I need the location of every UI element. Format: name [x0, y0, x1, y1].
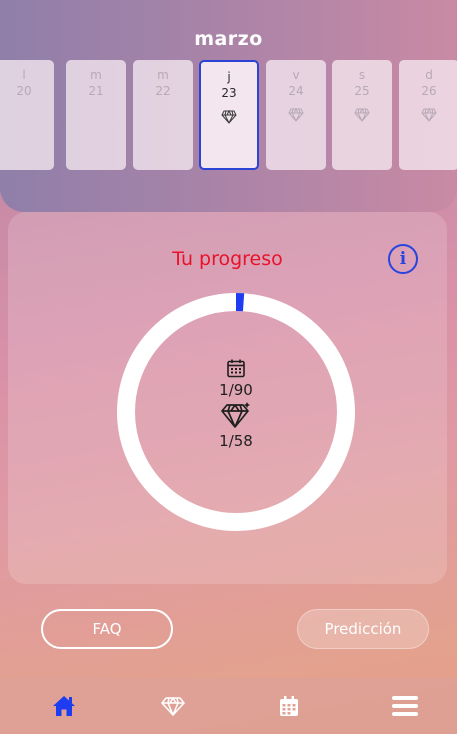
gem-icon	[221, 402, 250, 428]
day-cell-selected[interactable]: j 23	[199, 60, 259, 170]
days-progress-value: 1/90	[219, 381, 253, 399]
gem-icon	[288, 108, 304, 122]
tab-gems[interactable]	[143, 678, 203, 734]
gem-icon	[161, 697, 185, 716]
day-letter: m	[90, 68, 102, 82]
day-letter: m	[157, 68, 169, 82]
info-icon: i	[399, 249, 407, 269]
tab-calendar[interactable]	[259, 678, 319, 734]
day-letter: l	[22, 68, 26, 82]
gem-icon	[221, 110, 237, 124]
gems-progress-value: 1/58	[219, 432, 253, 450]
home-icon	[53, 696, 75, 716]
menu-icon	[392, 696, 418, 716]
day-number: 23	[221, 86, 237, 100]
day-cell[interactable]: d 26	[399, 60, 457, 170]
info-button[interactable]: i	[388, 244, 418, 274]
day-number: 20	[16, 84, 32, 98]
calendar-strip: marzo l 20 m 21 m 22 j 23 v 24 s 25 d 26	[0, 0, 457, 212]
prediction-button[interactable]: Predicción	[297, 609, 429, 649]
day-letter: v	[292, 68, 300, 82]
app-screen: marzo l 20 m 21 m 22 j 23 v 24 s 25 d 26…	[0, 0, 457, 734]
calendar-icon	[280, 696, 298, 716]
tab-menu[interactable]	[375, 678, 435, 734]
day-letter: j	[227, 70, 231, 84]
day-number: 24	[288, 84, 304, 98]
progress-stats: 1/90 1/58	[166, 358, 306, 452]
day-number: 26	[421, 84, 437, 98]
day-cell[interactable]: v 24	[266, 60, 326, 170]
gem-icon	[354, 108, 370, 122]
tab-home[interactable]	[34, 678, 94, 734]
progress-card: Tu progreso i 1/90 1/58	[8, 212, 447, 584]
day-number: 22	[155, 84, 171, 98]
day-letter: s	[358, 68, 366, 82]
faq-button[interactable]: FAQ	[41, 609, 173, 649]
calendar-icon	[227, 359, 245, 378]
day-cell[interactable]: m 22	[133, 60, 193, 170]
progress-title: Tu progreso	[172, 248, 283, 270]
day-cell[interactable]: m 21	[66, 60, 126, 170]
day-list: l 20 m 21 m 22 j 23 v 24 s 25 d 26	[0, 60, 457, 172]
day-number: 25	[354, 84, 370, 98]
day-number: 21	[88, 84, 104, 98]
bottom-tab-bar	[0, 678, 457, 734]
day-cell[interactable]: l 20	[0, 60, 54, 170]
day-letter: d	[425, 68, 433, 82]
day-cell[interactable]: s 25	[332, 60, 392, 170]
month-title: marzo	[194, 28, 263, 50]
gem-icon	[421, 108, 437, 122]
